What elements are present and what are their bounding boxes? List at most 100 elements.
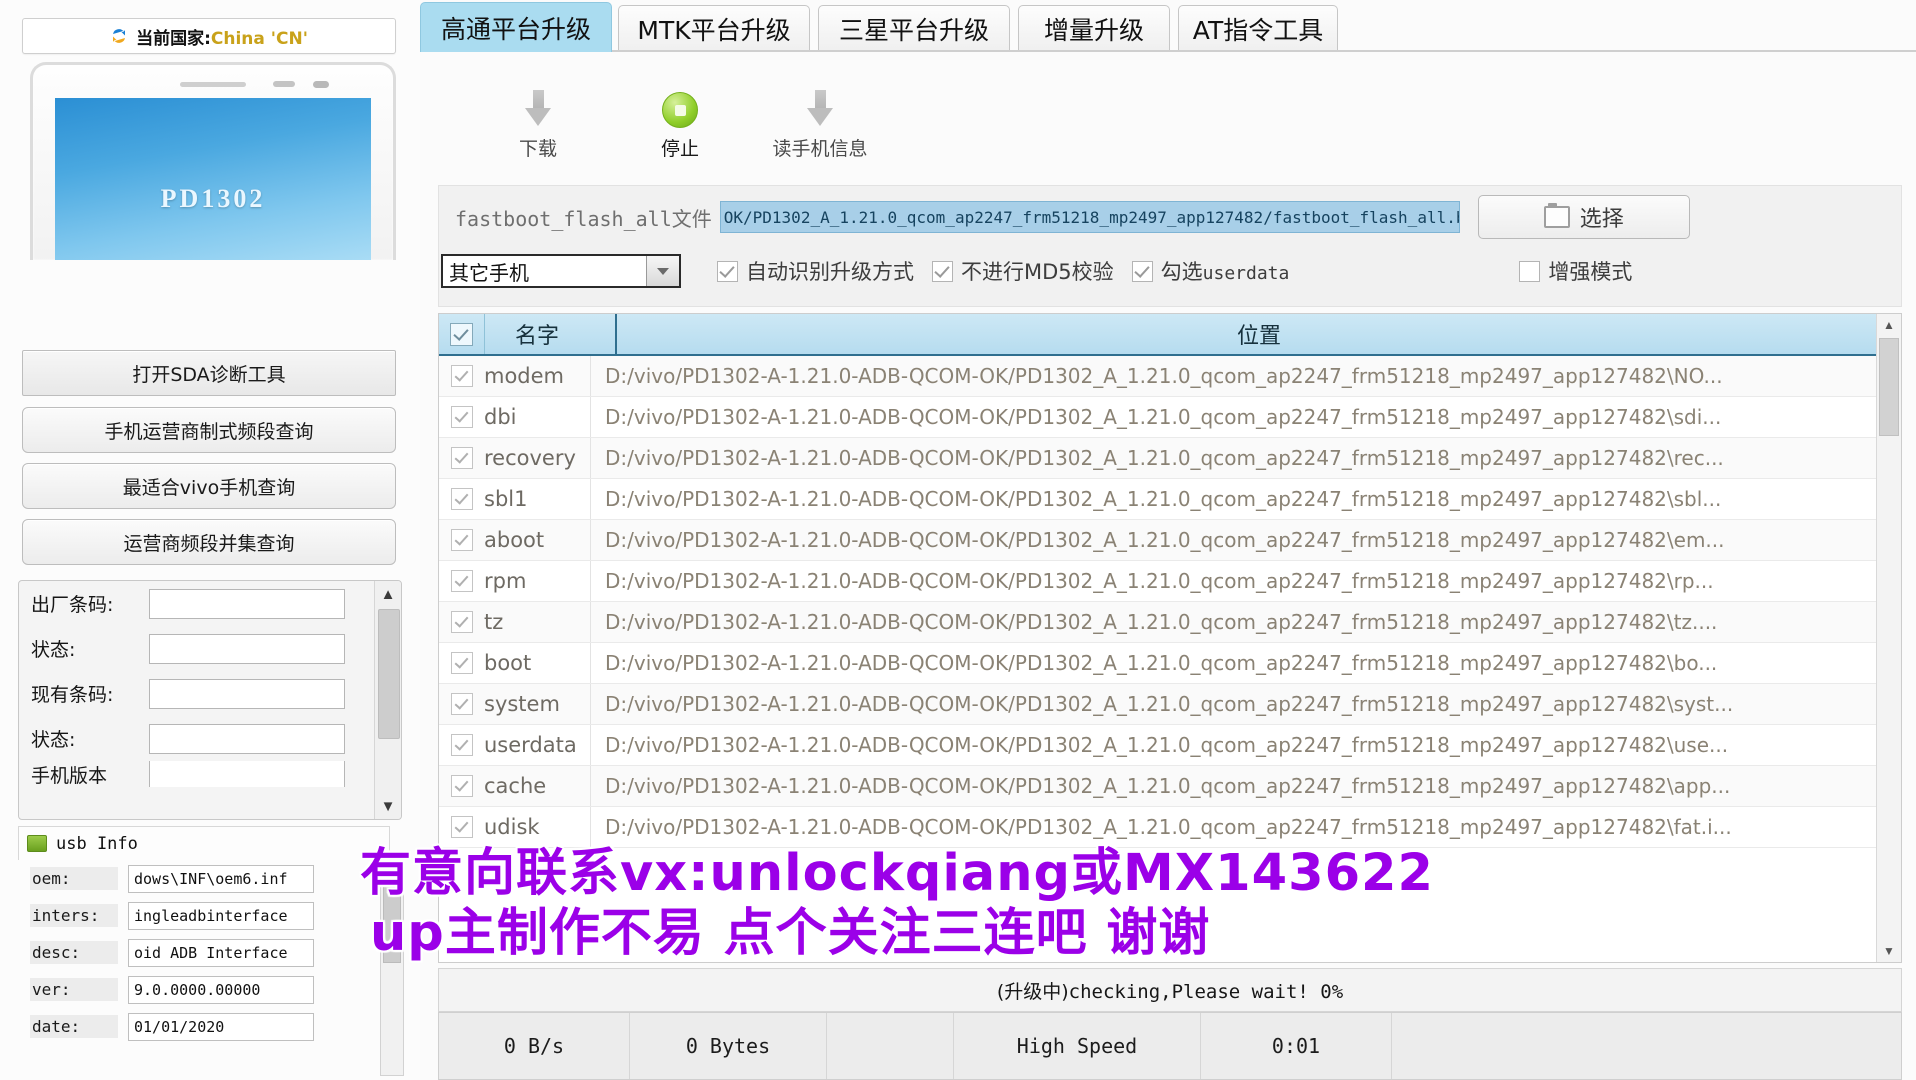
device-info-form: 出厂条码: 状态: 现有条码: 状态: 手机版本 ▲ ▼ bbox=[18, 580, 402, 820]
fastboot-file-path-input[interactable]: OK/PD1302_A_1.21.0_qcom_ap2247_frm51218_… bbox=[719, 201, 1460, 233]
table-row[interactable]: system D:/vivo/PD1302-A-1.21.0-ADB-QCOM-… bbox=[439, 684, 1901, 725]
tab-qualcomm-upgrade[interactable]: 高通平台升级 bbox=[420, 2, 612, 52]
row-checkbox[interactable] bbox=[439, 693, 484, 715]
scrollbar-thumb[interactable] bbox=[383, 869, 401, 963]
usb-inters-value[interactable]: ingleadbinterface bbox=[128, 901, 314, 930]
current-country-bar[interactable]: 当前国家:China 'CN' bbox=[22, 18, 396, 54]
select-file-label: 选择 bbox=[1579, 207, 1624, 232]
usb-info-row: inters: ingleadbinterface bbox=[18, 897, 400, 934]
usb-date-value[interactable]: 01/01/2020 bbox=[128, 1012, 314, 1041]
best-vivo-phone-query-button[interactable]: 最适合vivo手机查询 bbox=[22, 463, 396, 509]
table-row[interactable]: dbi D:/vivo/PD1302-A-1.21.0-ADB-QCOM-OK/… bbox=[439, 397, 1901, 438]
row-name: cache bbox=[484, 766, 591, 806]
tab-at-command-tool[interactable]: AT指令工具 bbox=[1178, 5, 1338, 52]
table-row[interactable]: rpm D:/vivo/PD1302-A-1.21.0-ADB-QCOM-OK/… bbox=[439, 561, 1901, 602]
enhanced-mode-checkbox[interactable]: 增强模式 bbox=[1519, 256, 1632, 286]
check-userdata-checkbox[interactable]: 勾选userdata bbox=[1131, 256, 1289, 286]
phone-model-label: PD1302 bbox=[160, 184, 266, 213]
table-row[interactable]: tz D:/vivo/PD1302-A-1.21.0-ADB-QCOM-OK/P… bbox=[439, 602, 1901, 643]
row-path: D:/vivo/PD1302-A-1.21.0-ADB-QCOM-OK/PD13… bbox=[605, 405, 1722, 429]
table-row[interactable]: recovery D:/vivo/PD1302-A-1.21.0-ADB-QCO… bbox=[439, 438, 1901, 479]
checkbox-box bbox=[450, 693, 473, 715]
row-name: userdata bbox=[484, 725, 591, 765]
row-checkbox[interactable] bbox=[439, 365, 484, 387]
stop-button[interactable]: 停止 bbox=[610, 88, 750, 161]
phone-version-input[interactable] bbox=[149, 761, 345, 787]
chevron-down-icon[interactable] bbox=[646, 256, 679, 286]
checkbox-box bbox=[717, 260, 738, 282]
checkbox-box bbox=[450, 406, 473, 428]
table-scrollbar[interactable]: ▲ ▼ bbox=[1876, 314, 1901, 962]
row-checkbox[interactable] bbox=[439, 447, 484, 469]
carrier-band-query-button[interactable]: 手机运营商制式频段查询 bbox=[22, 407, 396, 453]
form-scrollbar[interactable]: ▲ ▼ bbox=[374, 581, 401, 819]
select-file-button[interactable]: 选择 bbox=[1477, 195, 1690, 239]
usb-info-scrollbar[interactable] bbox=[380, 866, 404, 1076]
row-checkbox[interactable] bbox=[439, 488, 484, 510]
row-checkbox[interactable] bbox=[439, 529, 484, 551]
factory-barcode-input[interactable] bbox=[149, 588, 345, 619]
factory-status-input[interactable] bbox=[149, 633, 345, 664]
table-row[interactable]: userdata D:/vivo/PD1302-A-1.21.0-ADB-QCO… bbox=[439, 725, 1901, 766]
checkbox-box bbox=[450, 447, 473, 469]
row-checkbox[interactable] bbox=[439, 775, 484, 797]
status-speed: 0 B/s bbox=[439, 1013, 630, 1079]
row-path: D:/vivo/PD1302-A-1.21.0-ADB-QCOM-OK/PD13… bbox=[605, 364, 1723, 388]
checkbox-box bbox=[1519, 260, 1541, 282]
scrollbar-thumb[interactable] bbox=[378, 609, 400, 739]
checkbox-box bbox=[450, 488, 473, 510]
table-row[interactable]: modem D:/vivo/PD1302-A-1.21.0-ADB-QCOM-O… bbox=[439, 356, 1901, 397]
row-checkbox[interactable] bbox=[439, 734, 484, 756]
row-checkbox[interactable] bbox=[439, 406, 484, 428]
usb-ver-value[interactable]: 9.0.0000.00000 bbox=[128, 975, 314, 1004]
country-label: 当前国家:China 'CN' bbox=[136, 28, 308, 49]
carrier-band-union-query-button[interactable]: 运营商频段并集查询 bbox=[22, 519, 396, 565]
chevron-down-icon[interactable]: ▼ bbox=[375, 793, 401, 819]
table-row[interactable]: cache D:/vivo/PD1302-A-1.21.0-ADB-QCOM-O… bbox=[439, 766, 1901, 807]
table-row[interactable]: sbl1 D:/vivo/PD1302-A-1.21.0-ADB-QCOM-OK… bbox=[439, 479, 1901, 520]
download-button[interactable]: 下载 bbox=[468, 88, 608, 161]
current-barcode-input[interactable] bbox=[149, 678, 345, 709]
chevron-up-icon[interactable]: ▲ bbox=[1877, 314, 1901, 336]
usb-info-row: date: 01/01/2020 bbox=[18, 1008, 400, 1045]
tab-incremental-upgrade[interactable]: 增量升级 bbox=[1018, 5, 1170, 52]
table-row[interactable]: aboot D:/vivo/PD1302-A-1.21.0-ADB-QCOM-O… bbox=[439, 520, 1901, 561]
row-path: D:/vivo/PD1302-A-1.21.0-ADB-QCOM-OK/PD13… bbox=[605, 569, 1714, 593]
tab-mtk-upgrade[interactable]: MTK平台升级 bbox=[618, 5, 810, 52]
column-header-position[interactable]: 位置 bbox=[617, 314, 1901, 354]
row-path: D:/vivo/PD1302-A-1.21.0-ADB-QCOM-OK/PD13… bbox=[605, 774, 1731, 798]
row-checkbox[interactable] bbox=[439, 611, 484, 633]
partition-table: 名字 位置 modem D:/vivo/PD1302-A-1.21.0-ADB-… bbox=[438, 313, 1902, 963]
form-row: 出厂条码: bbox=[19, 581, 401, 626]
current-status-input[interactable] bbox=[149, 723, 345, 754]
device-type-select[interactable]: 其它手机 bbox=[441, 254, 681, 288]
status-bytes: 0 Bytes bbox=[630, 1013, 827, 1079]
checkbox-box bbox=[450, 652, 473, 674]
scrollbar-thumb[interactable] bbox=[1879, 338, 1899, 436]
row-checkbox[interactable] bbox=[439, 652, 484, 674]
row-checkbox[interactable] bbox=[439, 816, 484, 838]
usb-oem-value[interactable]: dows\INF\oem6.inf bbox=[128, 864, 314, 893]
table-row[interactable]: udisk D:/vivo/PD1302-A-1.21.0-ADB-QCOM-O… bbox=[439, 807, 1901, 848]
row-name: rpm bbox=[484, 561, 591, 601]
row-name: modem bbox=[484, 356, 591, 396]
chevron-down-icon[interactable]: ▼ bbox=[1877, 940, 1901, 962]
checkbox-box bbox=[450, 816, 473, 838]
column-header-name[interactable]: 名字 bbox=[485, 314, 617, 354]
table-row[interactable]: boot D:/vivo/PD1302-A-1.21.0-ADB-QCOM-OK… bbox=[439, 643, 1901, 684]
status-bar: 0 B/s 0 Bytes High Speed 0:01 bbox=[438, 1012, 1902, 1080]
skip-md5-label: 不进行MD5校验 bbox=[961, 260, 1114, 284]
refresh-sync-icon bbox=[110, 27, 128, 45]
checkbox-box bbox=[450, 365, 473, 387]
skip-md5-checkbox[interactable]: 不进行MD5校验 bbox=[932, 256, 1114, 286]
usb-desc-value[interactable]: oid ADB Interface bbox=[128, 938, 314, 967]
read-phone-info-button[interactable]: 读手机信息 bbox=[750, 88, 890, 161]
checkbox-box bbox=[450, 570, 473, 592]
left-panel: 当前国家:China 'CN' PD1302 打开SDA诊断工具 手机运营商制式… bbox=[0, 0, 420, 1080]
chevron-up-icon[interactable]: ▲ bbox=[375, 581, 401, 607]
auto-detect-upgrade-checkbox[interactable]: 自动识别升级方式 bbox=[717, 256, 914, 286]
row-checkbox[interactable] bbox=[439, 570, 484, 592]
select-all-checkbox[interactable] bbox=[439, 314, 485, 354]
tab-samsung-upgrade[interactable]: 三星平台升级 bbox=[818, 5, 1010, 52]
open-sda-diagnostic-button[interactable]: 打开SDA诊断工具 bbox=[22, 350, 396, 396]
